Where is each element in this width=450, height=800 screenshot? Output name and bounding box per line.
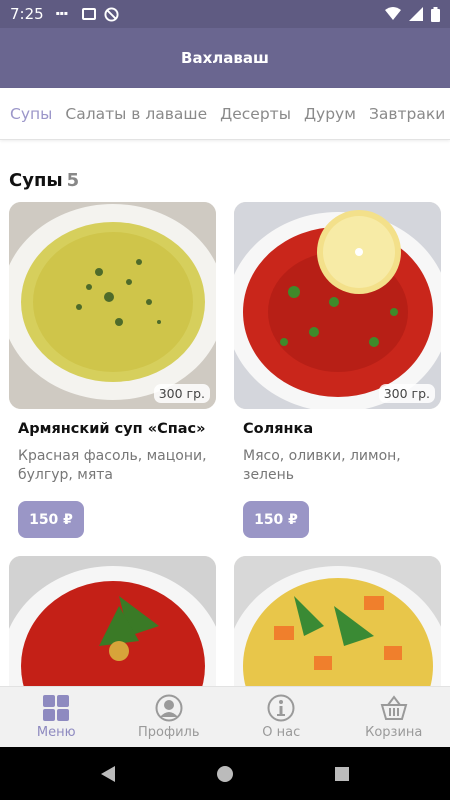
soup-image	[9, 202, 216, 409]
tab-durum[interactable]: Дурум	[304, 105, 356, 123]
home-icon[interactable]	[216, 765, 234, 783]
signal-icon	[409, 7, 423, 21]
tab-breakfasts[interactable]: Завтраки	[369, 105, 445, 123]
weight-badge: 300 гр.	[153, 384, 210, 403]
blocked-icon	[104, 6, 119, 22]
nav-profile[interactable]: Профиль	[113, 687, 226, 747]
product-photo[interactable]	[9, 556, 216, 696]
product-description: Мясо, оливки, лимон, зелень	[243, 448, 401, 483]
solyanka-image	[234, 202, 441, 409]
tab-soups[interactable]: Супы	[10, 105, 52, 123]
product-description: Красная фасоль, мацони, булгур, мята	[18, 448, 207, 483]
product-card[interactable]	[234, 556, 441, 696]
section-name: Супы	[9, 170, 63, 191]
bottom-nav: Меню Профиль О нас Корзина	[0, 686, 450, 747]
product-card[interactable]: 300 гр. Армянский суп «Спас» Красная фас…	[9, 202, 216, 538]
back-icon[interactable]	[99, 765, 117, 783]
notification-icon: ▪▪▪	[55, 10, 68, 17]
nav-about[interactable]: О нас	[225, 687, 338, 747]
product-name: Солянка	[243, 421, 314, 437]
status-time: 7:25	[10, 5, 44, 23]
nav-label: Меню	[36, 725, 76, 740]
battery-icon	[431, 6, 440, 22]
product-card[interactable]	[9, 556, 216, 696]
info-icon	[267, 694, 295, 722]
tab-desserts[interactable]: Десерты	[220, 105, 291, 123]
grid-icon	[43, 695, 70, 721]
user-icon	[155, 694, 183, 722]
product-photo[interactable]: 300 гр.	[9, 202, 216, 409]
weight-badge: 300 гр.	[378, 384, 435, 403]
wifi-icon	[385, 7, 401, 20]
price-button[interactable]: 150 ₽	[18, 501, 84, 538]
nav-cart[interactable]: Корзина	[338, 687, 450, 747]
section-title: Супы 5	[9, 170, 79, 191]
system-nav-bar	[0, 747, 450, 800]
recents-icon[interactable]	[333, 765, 351, 783]
app-title: Вахлаваш	[181, 49, 269, 67]
noodle-soup-image	[234, 556, 441, 696]
nav-label: О нас	[262, 725, 301, 740]
nav-label: Профиль	[137, 725, 200, 740]
product-photo[interactable]: 300 гр.	[234, 202, 441, 409]
product-name: Армянский суп «Спас»	[18, 421, 206, 437]
product-photo[interactable]	[234, 556, 441, 696]
tab-lavash-salads[interactable]: Салаты в лаваше	[65, 105, 207, 123]
section-count: 5	[66, 170, 80, 191]
app-bar: Вахлаваш	[0, 28, 450, 88]
status-bar: 7:25 ▪▪▪	[0, 0, 450, 28]
nav-menu[interactable]: Меню	[0, 687, 113, 747]
category-tabs: Супы Салаты в лаваше Десерты Дурум Завтр…	[0, 88, 450, 140]
product-card[interactable]: 300 гр. Солянка Мясо, оливки, лимон, зел…	[234, 202, 441, 538]
price-button[interactable]: 150 ₽	[243, 501, 309, 538]
borscht-image	[9, 556, 216, 696]
basket-icon	[380, 695, 408, 720]
nav-label: Корзина	[365, 725, 423, 740]
screenshot-icon	[81, 8, 96, 20]
